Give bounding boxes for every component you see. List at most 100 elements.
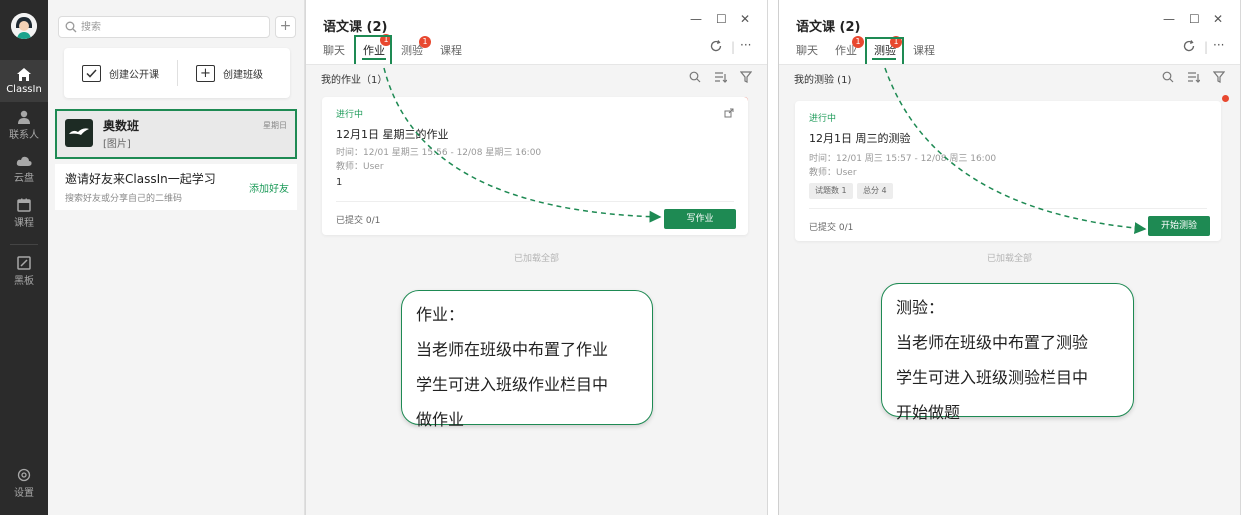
quiz-title: 12月1日 周三的测验 <box>809 132 911 145</box>
blackboard-icon <box>0 256 48 270</box>
callout-line: 开始做题 <box>896 403 961 422</box>
more-icon[interactable]: ··· <box>740 38 751 52</box>
filter-icon[interactable] <box>739 71 753 86</box>
user-avatar[interactable] <box>11 13 37 39</box>
search-box[interactable] <box>58 16 270 38</box>
homework-submitted: 已提交 0/1 <box>336 216 381 226</box>
quiz-status: 进行中 <box>809 114 837 124</box>
nav-classin[interactable]: ClassIn <box>0 60 48 102</box>
share-icon[interactable] <box>724 107 734 121</box>
write-homework-button[interactable]: 写作业 <box>664 209 736 229</box>
gear-icon <box>0 468 48 482</box>
nav-contacts-label: 联系人 <box>9 130 39 141</box>
create-card: 创建公开课 + 创建班级 <box>64 48 290 98</box>
card-divider <box>336 201 734 202</box>
search-icon[interactable] <box>1162 71 1174 86</box>
sort-icon[interactable] <box>1187 71 1201 86</box>
search-icon <box>65 21 77 36</box>
nav-cloud[interactable]: 云盘 <box>0 155 48 191</box>
loaded-all-text: 已加载全部 <box>986 254 1032 264</box>
quiz-callout: 测验： 当老师在班级中布置了测验 学生可进入班级测验栏目中 开始做题 <box>881 283 1134 422</box>
create-class-button[interactable]: + 创建班级 <box>196 48 263 98</box>
nav-contacts[interactable]: 联系人 <box>0 110 48 146</box>
more-icon[interactable]: ··· <box>1213 38 1224 52</box>
nav-courses[interactable]: 课程 <box>0 198 48 234</box>
total-score-tag: 总分 4 <box>857 183 893 199</box>
rail-divider <box>10 244 38 245</box>
invite-title: 邀请好友来ClassIn一起学习 <box>65 172 216 186</box>
filter-icon[interactable] <box>1212 71 1226 86</box>
toolbar-separator: | <box>1204 40 1209 54</box>
calendar-icon <box>0 198 48 212</box>
add-square-icon: + <box>196 64 215 82</box>
tab-chat[interactable]: 聊天 <box>796 42 818 58</box>
quiz-teacher: 教师：User <box>809 168 857 178</box>
close-icon[interactable]: ✕ <box>1213 12 1223 26</box>
homework-tab-highlight <box>354 35 392 67</box>
refresh-icon[interactable] <box>710 40 722 55</box>
last-message-preview: [图片] <box>103 139 131 150</box>
nav-classin-label: ClassIn <box>6 84 42 95</box>
nav-cloud-label: 云盘 <box>14 173 34 184</box>
close-icon[interactable]: ✕ <box>740 12 750 26</box>
card-divider <box>809 208 1207 209</box>
callout-line: 当老师在班级中布置了测验 <box>896 333 1089 352</box>
create-public-class-label: 创建公开课 <box>109 69 159 81</box>
create-public-class-button[interactable]: 创建公开课 <box>82 48 159 98</box>
nav-courses-label: 课程 <box>14 218 34 229</box>
tab-course[interactable]: 课程 <box>440 42 462 58</box>
unread-dot <box>1222 95 1229 102</box>
checkbox-icon <box>82 64 101 82</box>
create-divider <box>177 60 178 86</box>
section-title: 我的测验 (1) <box>794 75 852 86</box>
homework-count: 1 <box>336 177 343 188</box>
callout-line: 作业： <box>416 305 465 324</box>
search-input[interactable] <box>81 19 261 35</box>
start-quiz-button[interactable]: 开始测验 <box>1148 216 1210 236</box>
callout-line: 学生可进入班级测验栏目中 <box>896 368 1089 387</box>
cloud-icon <box>0 155 48 167</box>
class-logo-icon <box>65 119 93 147</box>
add-friend-link[interactable]: 添加好友 <box>249 180 289 195</box>
quiz-badge: 1 <box>419 36 431 48</box>
nav-blackboard[interactable]: 黑板 <box>0 256 48 292</box>
homework-card[interactable]: 进行中 12月1日 星期三的作业 时间：12/01 星期三 15:56 - 12… <box>322 97 748 235</box>
quiz-submitted: 已提交 0/1 <box>809 223 854 233</box>
homework-callout: 作业： 当老师在班级中布置了作业 学生可进入班级作业栏目中 做作业 <box>401 290 653 429</box>
quiz-card[interactable]: 进行中 12月1日 周三的测验 时间：12/01 周三 15:57 - 12/0… <box>795 101 1221 241</box>
add-button[interactable]: + <box>275 16 296 38</box>
callout-line: 测验： <box>896 298 945 317</box>
window-title: 语文课 (2) <box>796 20 861 35</box>
nav-settings-label: 设置 <box>14 488 34 499</box>
toolbar-separator: | <box>731 40 736 54</box>
refresh-icon[interactable] <box>1183 40 1195 55</box>
invite-friends-card: 邀请好友来ClassIn一起学习 搜索好友或分享自己的二维码 添加好友 <box>55 164 297 210</box>
homework-chat-window: 语文课 (2) — ☐ ✕ 聊天 作业 1 测验 1 课程 | ··· 我的作业… <box>305 0 768 515</box>
question-count-tag: 试题数 1 <box>809 183 853 199</box>
create-class-label: 创建班级 <box>223 69 263 81</box>
quiz-time: 时间：12/01 周三 15:57 - 12/08 周三 16:00 <box>809 154 997 164</box>
homework-teacher: 教师：User <box>336 162 384 172</box>
app-nav-rail: ClassIn 联系人 云盘 课程 黑板 设置 <box>0 0 48 515</box>
search-icon[interactable] <box>689 71 701 86</box>
homework-time: 时间：12/01 星期三 15:56 - 12/08 星期三 16:00 <box>336 148 542 158</box>
maximize-icon[interactable]: ☐ <box>716 12 727 26</box>
tab-course[interactable]: 课程 <box>913 42 935 58</box>
section-title: 我的作业（1） <box>321 75 388 86</box>
conversation-item-math-class[interactable]: 奥数班 [图片] 星期日 <box>55 109 297 159</box>
homework-status: 进行中 <box>336 110 364 120</box>
homework-badge: 1 <box>852 36 864 48</box>
callout-line: 当老师在班级中布置了作业 <box>416 340 609 359</box>
minimize-icon[interactable]: — <box>690 12 702 26</box>
loaded-all-text: 已加载全部 <box>513 254 559 264</box>
window-title: 语文课 (2) <box>323 20 388 35</box>
plus-icon: + <box>279 18 292 34</box>
class-name: 奥数班 <box>103 119 140 133</box>
callout-line: 做作业 <box>416 410 465 429</box>
person-icon <box>0 110 48 124</box>
sort-icon[interactable] <box>714 71 728 86</box>
tab-chat[interactable]: 聊天 <box>323 42 345 58</box>
minimize-icon[interactable]: — <box>1163 12 1175 26</box>
maximize-icon[interactable]: ☐ <box>1189 12 1200 26</box>
nav-settings[interactable]: 设置 <box>0 468 48 504</box>
